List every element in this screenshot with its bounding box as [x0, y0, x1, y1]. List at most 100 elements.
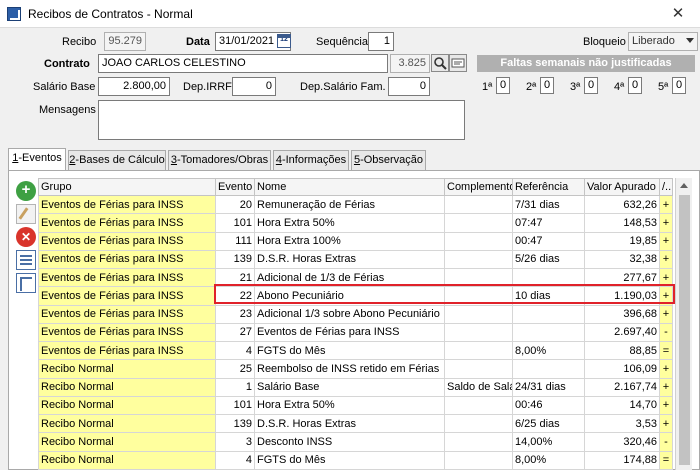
card-icon[interactable]: [449, 54, 467, 72]
tab-informacoes[interactable]: 4-Informações: [273, 150, 349, 171]
table-row[interactable]: Eventos de Férias para INSS 4 FGTS do Mês 8…: [38, 340, 673, 361]
cell-valor[interactable]: 277,67: [584, 267, 660, 288]
cell-complemento[interactable]: [444, 413, 513, 434]
cell-evento[interactable]: 4: [215, 340, 255, 361]
col-valor[interactable]: Valor Apurado: [584, 178, 660, 196]
cell-evento[interactable]: 4: [215, 450, 255, 470]
recibo-field[interactable]: 95.279: [104, 32, 146, 51]
semana-4-field[interactable]: 0: [628, 77, 642, 94]
semana-2-field[interactable]: 0: [540, 77, 554, 94]
delete-icon[interactable]: ✕: [16, 227, 36, 247]
tab-tomadores-obras[interactable]: 3-Tomadores/Obras: [168, 150, 271, 171]
table-row[interactable]: Recibo Normal 4 FGTS do Mês 8,00% 174,88 =: [38, 450, 673, 470]
cell-complemento[interactable]: [444, 267, 513, 288]
edit-icon[interactable]: [16, 204, 36, 224]
cell-complemento[interactable]: [444, 322, 513, 343]
table-row[interactable]: Recibo Normal 139 D.S.R. Horas Extras 6/25 …: [38, 413, 673, 434]
table-row[interactable]: Recibo Normal 25 Reembolso de INSS retido …: [38, 359, 673, 379]
table-row[interactable]: Eventos de Férias para INSS 101 Hora Extra…: [38, 213, 673, 233]
cell-complemento[interactable]: [444, 340, 513, 361]
cell-nome[interactable]: FGTS do Mês: [254, 450, 445, 470]
cell-sinal[interactable]: +: [659, 213, 673, 233]
depirrf-field[interactable]: 0: [232, 77, 276, 96]
cell-valor[interactable]: 19,85: [584, 231, 660, 251]
cell-sinal[interactable]: +: [659, 267, 673, 288]
cell-grupo[interactable]: Recibo Normal: [38, 450, 216, 470]
cell-grupo[interactable]: Eventos de Férias para INSS: [38, 194, 216, 215]
col-grupo[interactable]: Grupo: [38, 178, 216, 196]
semana-5-field[interactable]: 0: [672, 77, 686, 94]
cell-evento[interactable]: 101: [215, 213, 255, 233]
cell-grupo[interactable]: Recibo Normal: [38, 377, 216, 397]
cell-sinal[interactable]: +: [659, 194, 673, 215]
cell-grupo[interactable]: Eventos de Férias para INSS: [38, 231, 216, 251]
cell-sinal[interactable]: +: [659, 377, 673, 397]
cell-valor[interactable]: 1.190,03: [584, 286, 660, 306]
col-sinal[interactable]: /..: [659, 178, 673, 196]
table-row[interactable]: Eventos de Férias para INSS 111 Hora Extra…: [38, 231, 673, 251]
cell-sinal[interactable]: =: [659, 450, 673, 470]
cell-nome[interactable]: Hora Extra 100%: [254, 231, 445, 251]
cell-valor[interactable]: 174,88: [584, 450, 660, 470]
table-row[interactable]: Recibo Normal 3 Desconto INSS 14,00% 320,46-: [38, 432, 673, 452]
close-button[interactable]: ✕: [662, 4, 694, 24]
col-complemento[interactable]: Complemento: [444, 178, 513, 196]
table-row[interactable]: Recibo Normal 1 Salário Base Saldo de Salá 2…: [38, 377, 673, 397]
cell-complemento[interactable]: Saldo de Salá: [444, 377, 513, 397]
cell-valor[interactable]: 2.167,74: [584, 377, 660, 397]
cell-sinal[interactable]: +: [659, 413, 673, 434]
cell-complemento[interactable]: [444, 213, 513, 233]
cell-sinal[interactable]: +: [659, 359, 673, 379]
cell-nome[interactable]: Reembolso de INSS retido em Férias: [254, 359, 445, 379]
cell-referencia[interactable]: [512, 359, 585, 379]
cell-valor[interactable]: 632,26: [584, 194, 660, 215]
cell-evento[interactable]: 3: [215, 432, 255, 452]
cell-complemento[interactable]: [444, 432, 513, 452]
cell-sinal[interactable]: +: [659, 304, 673, 324]
document-icon[interactable]: [16, 273, 36, 293]
cell-evento[interactable]: 139: [215, 249, 255, 270]
cell-grupo[interactable]: Eventos de Férias para INSS: [38, 267, 216, 288]
cell-grupo[interactable]: Eventos de Férias para INSS: [38, 322, 216, 343]
list-icon[interactable]: [16, 250, 36, 270]
cell-evento[interactable]: 101: [215, 395, 255, 416]
table-row[interactable]: Recibo Normal 101 Hora Extra 50% 00:46 14,70…: [38, 395, 673, 416]
table-row[interactable]: Eventos de Férias para INSS 21 Adicional d…: [38, 267, 673, 288]
cell-nome[interactable]: Remuneração de Férias: [254, 194, 445, 215]
search-icon[interactable]: [431, 54, 449, 72]
cell-nome[interactable]: Adicional 1/3 sobre Abono Pecuniário: [254, 304, 445, 324]
cell-nome[interactable]: Desconto INSS: [254, 432, 445, 452]
cell-referencia[interactable]: 10 dias: [512, 286, 585, 306]
salario-field[interactable]: 2.800,00: [98, 77, 170, 96]
semana-1-field[interactable]: 0: [496, 77, 510, 94]
cell-evento[interactable]: 139: [215, 413, 255, 434]
cell-evento[interactable]: 22: [215, 286, 255, 306]
cell-complemento[interactable]: [444, 249, 513, 270]
cell-nome[interactable]: D.S.R. Horas Extras: [254, 413, 445, 434]
cell-referencia[interactable]: 00:46: [512, 395, 585, 416]
table-row[interactable]: Eventos de Férias para INSS 20 Remuneração…: [38, 194, 673, 215]
mensagens-field[interactable]: [98, 100, 465, 140]
cell-referencia[interactable]: 5/26 dias: [512, 249, 585, 270]
col-referencia[interactable]: Referência: [512, 178, 585, 196]
cell-nome[interactable]: FGTS do Mês: [254, 340, 445, 361]
cell-valor[interactable]: 2.697,40: [584, 322, 660, 343]
cell-grupo[interactable]: Eventos de Férias para INSS: [38, 286, 216, 306]
cell-referencia[interactable]: [512, 267, 585, 288]
cell-valor[interactable]: 88,85: [584, 340, 660, 361]
cell-evento[interactable]: 25: [215, 359, 255, 379]
cell-complemento[interactable]: [444, 395, 513, 416]
table-row[interactable]: Eventos de Férias para INSS 139 D.S.R. Hor…: [38, 249, 673, 270]
cell-valor[interactable]: 3,53: [584, 413, 660, 434]
cell-nome[interactable]: Adicional de 1/3 de Férias: [254, 267, 445, 288]
cell-referencia[interactable]: 00:47: [512, 231, 585, 251]
cell-valor[interactable]: 148,53: [584, 213, 660, 233]
cell-referencia[interactable]: 24/31 dias: [512, 377, 585, 397]
cell-valor[interactable]: 106,09: [584, 359, 660, 379]
cell-sinal[interactable]: +: [659, 395, 673, 416]
cell-complemento[interactable]: [444, 359, 513, 379]
contrato-field[interactable]: JOAO CARLOS CELESTINO: [98, 54, 388, 73]
cell-evento[interactable]: 23: [215, 304, 255, 324]
tab-bases-calculo[interactable]: 2-Bases de Cálculo: [68, 150, 166, 171]
table-row[interactable]: Eventos de Férias para INSS 22 Abono Pecun…: [38, 286, 673, 306]
